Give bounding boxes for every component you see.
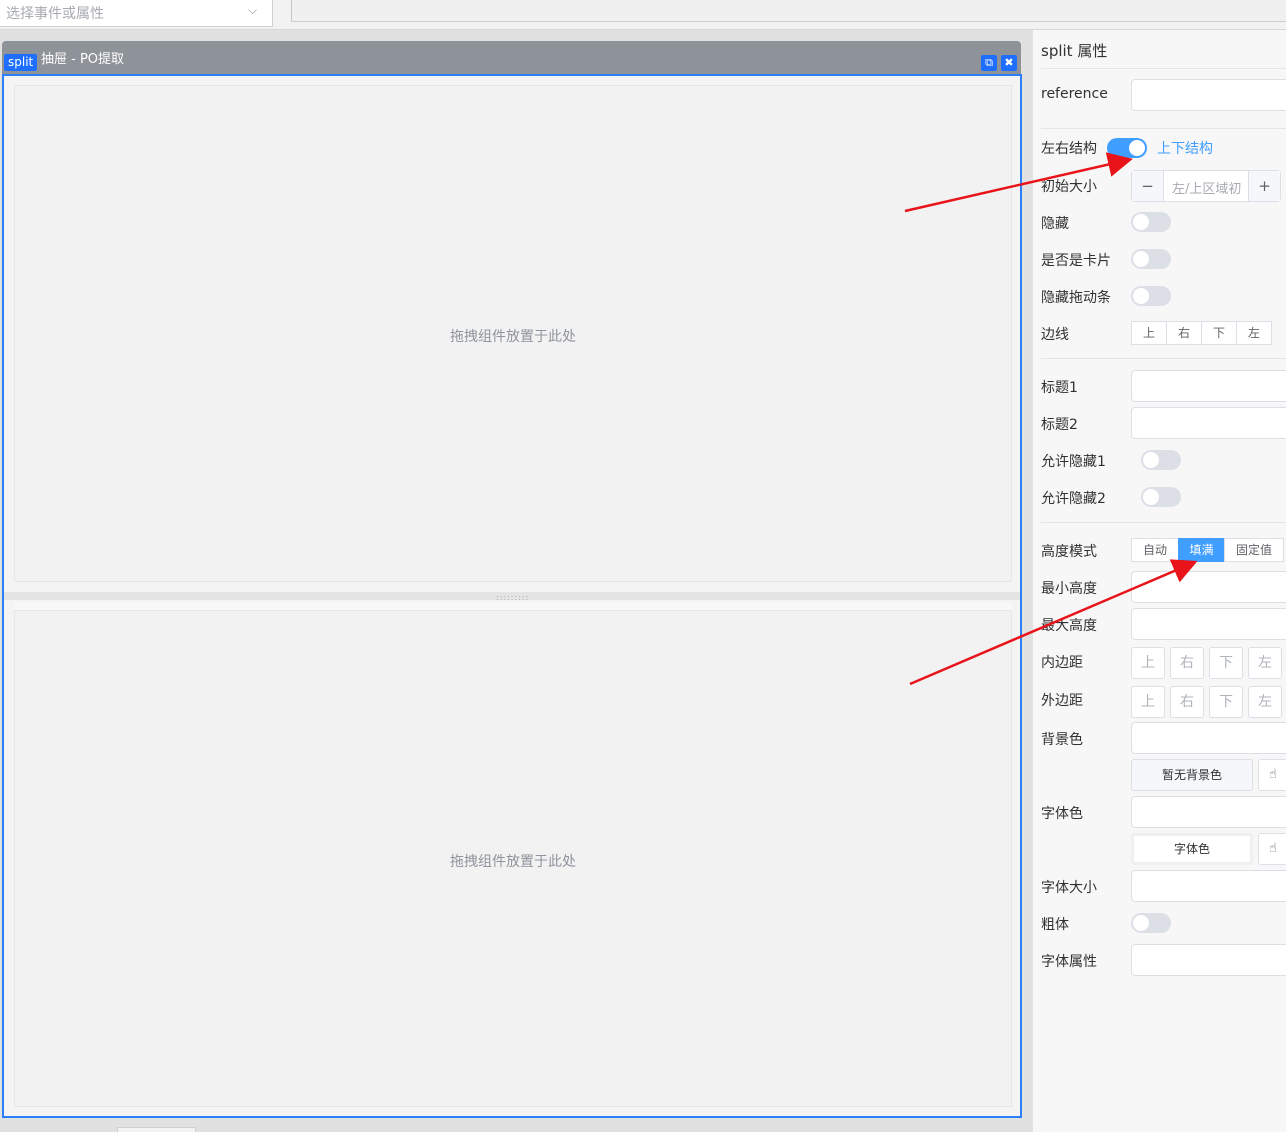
margin-left-input[interactable]: 左 <box>1248 686 1282 718</box>
allow-hide2-label: 允许隐藏2 <box>1041 491 1106 507</box>
border-bottom-button[interactable]: 下 <box>1201 321 1237 345</box>
chevron-down-icon: ⌵ <box>248 3 258 17</box>
top-bar: 选择事件或属性 ⌵ <box>0 0 1286 30</box>
min-height-input[interactable] <box>1131 571 1286 603</box>
font-size-label: 字体大小 <box>1041 880 1097 896</box>
padding-bottom-input[interactable]: 下 <box>1209 647 1243 679</box>
grip-icon: ::::::::: <box>496 593 530 602</box>
bg-color-input[interactable] <box>1131 722 1286 754</box>
top-input-area[interactable] <box>292 0 1286 22</box>
padding-right-input[interactable]: 右 <box>1170 647 1204 679</box>
height-mode-fixed[interactable]: 固定值 <box>1224 538 1284 562</box>
font-color-label: 字体色 <box>1041 806 1083 822</box>
divider <box>1041 68 1286 69</box>
font-attr-label: 字体属性 <box>1041 954 1097 970</box>
padding-left-input[interactable]: 左 <box>1248 647 1282 679</box>
reference-label: reference <box>1041 86 1108 102</box>
min-height-label: 最小高度 <box>1041 581 1097 597</box>
initial-size-stepper[interactable]: − 左/上区域初 + <box>1131 170 1281 202</box>
max-height-label: 最大高度 <box>1041 618 1097 634</box>
height-mode-group: 自动 填满 固定值 <box>1131 538 1284 562</box>
card-toggle[interactable] <box>1131 249 1171 269</box>
padding-top-input[interactable]: 上 <box>1131 647 1165 679</box>
height-mode-fill[interactable]: 填满 <box>1178 538 1225 562</box>
split-drag-handle[interactable]: ::::::::: <box>4 592 1020 602</box>
divider <box>1041 522 1286 523</box>
divider <box>1041 358 1286 359</box>
split-component[interactable]: 拖拽组件放置于此处 ::::::::: 拖拽组件放置于此处 <box>2 74 1022 1118</box>
initial-size-label: 初始大小 <box>1041 179 1097 195</box>
margin-bottom-input[interactable]: 下 <box>1209 686 1243 718</box>
margin-label: 外边距 <box>1041 693 1083 709</box>
eyedropper-icon[interactable]: ☝ <box>1258 759 1286 791</box>
component-type-tag: split <box>4 54 38 71</box>
initial-size-placeholder: 左/上区域初 <box>1172 182 1242 197</box>
bold-toggle[interactable] <box>1131 913 1171 933</box>
bg-color-button[interactable]: 暂无背景色 <box>1131 759 1253 791</box>
panel-title: split 属性 <box>1041 42 1108 60</box>
title2-input[interactable] <box>1131 407 1286 439</box>
allow-hide1-label: 允许隐藏1 <box>1041 454 1106 470</box>
border-right-button[interactable]: 右 <box>1166 321 1202 345</box>
component-title: 抽屉 - PO提取 <box>41 52 125 67</box>
layout-horizontal-label: 左右结构 <box>1041 141 1097 157</box>
select-placeholder: 选择事件或属性 <box>6 6 104 22</box>
font-color-button[interactable]: 字体色 <box>1131 833 1253 865</box>
border-sides-group: 上 右 下 左 <box>1131 321 1272 345</box>
margin-top-input[interactable]: 上 <box>1131 686 1165 718</box>
pane-spacer <box>14 602 1012 610</box>
hide-drag-toggle[interactable] <box>1131 286 1171 306</box>
drop-zone-hint: 拖拽组件放置于此处 <box>450 854 576 870</box>
minus-icon[interactable]: − <box>1132 171 1164 201</box>
font-color-input[interactable] <box>1131 796 1286 828</box>
border-top-button[interactable]: 上 <box>1131 321 1167 345</box>
margin-right-input[interactable]: 右 <box>1170 686 1204 718</box>
border-label: 边线 <box>1041 327 1069 343</box>
padding-inputs: 上 右 下 左 <box>1131 647 1282 679</box>
plus-icon[interactable]: + <box>1248 171 1280 201</box>
drop-zone-hint: 拖拽组件放置于此处 <box>450 329 576 345</box>
eyedropper-icon[interactable]: ☝ <box>1258 833 1286 865</box>
font-size-input[interactable] <box>1131 870 1286 902</box>
title2-label: 标题2 <box>1041 417 1078 433</box>
margin-inputs: 上 右 下 左 <box>1131 686 1282 718</box>
font-attr-input[interactable] <box>1131 944 1286 976</box>
event-property-select[interactable]: 选择事件或属性 ⌵ <box>0 0 273 27</box>
height-mode-auto[interactable]: 自动 <box>1131 538 1179 562</box>
hide-drag-label: 隐藏拖动条 <box>1041 290 1111 306</box>
hidden-label: 隐藏 <box>1041 216 1069 232</box>
split-bottom-pane[interactable]: 拖拽组件放置于此处 <box>14 610 1012 1107</box>
title1-label: 标题1 <box>1041 380 1078 396</box>
hidden-toggle[interactable] <box>1131 212 1171 232</box>
height-mode-label: 高度模式 <box>1041 544 1097 560</box>
component-header[interactable]: split 抽屉 - PO提取 ⧉ ✖ <box>2 41 1021 74</box>
allow-hide1-toggle[interactable] <box>1141 450 1181 470</box>
trash-icon[interactable]: ✖ <box>1001 55 1017 71</box>
bottom-tab[interactable] <box>117 1127 196 1132</box>
divider <box>1041 128 1286 129</box>
layout-vertical-label: 上下结构 <box>1157 141 1213 157</box>
layout-toggle[interactable] <box>1107 138 1147 158</box>
border-left-button[interactable]: 左 <box>1236 321 1272 345</box>
bold-label: 粗体 <box>1041 917 1069 933</box>
bg-color-label: 背景色 <box>1041 732 1083 748</box>
allow-hide2-toggle[interactable] <box>1141 487 1181 507</box>
properties-panel: split 属性 reference 左右结构 上下结构 初始大小 − 左/上区… <box>1032 30 1286 1132</box>
padding-label: 内边距 <box>1041 655 1083 671</box>
max-height-input[interactable] <box>1131 608 1286 640</box>
reference-input[interactable] <box>1131 79 1286 111</box>
split-top-pane[interactable]: 拖拽组件放置于此处 <box>14 85 1012 582</box>
card-label: 是否是卡片 <box>1041 253 1111 269</box>
title1-input[interactable] <box>1131 370 1286 402</box>
copy-icon[interactable]: ⧉ <box>981 55 997 71</box>
